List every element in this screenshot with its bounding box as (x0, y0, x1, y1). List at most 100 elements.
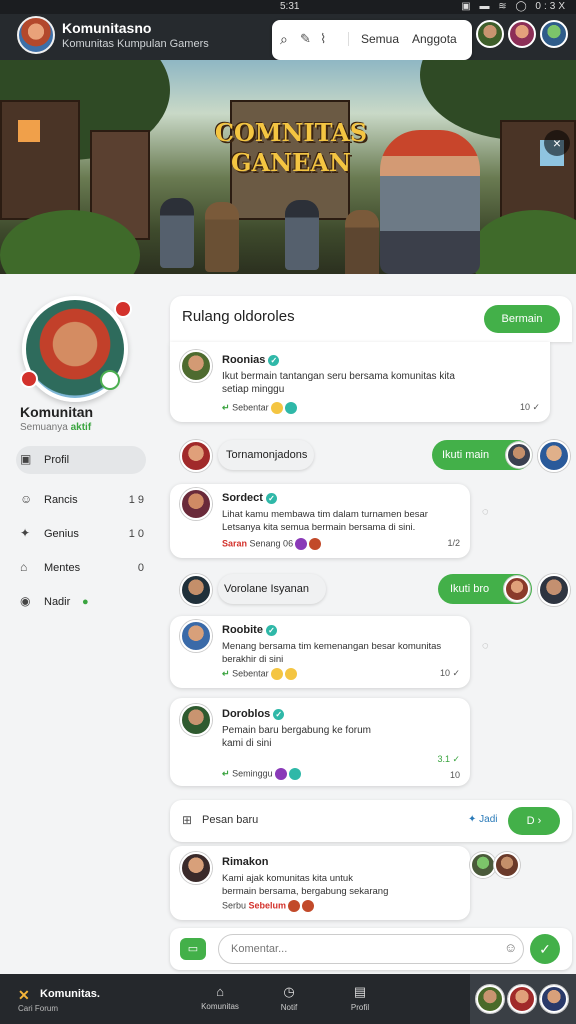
post-card[interactable]: Rimakon Kami ajak komunitas kita untuk b… (170, 846, 470, 920)
pin-icon[interactable]: ◌ (482, 640, 489, 652)
play-button[interactable]: Bermain (484, 305, 560, 333)
sidebar-item-label: Profil (44, 454, 70, 466)
post-author-name: Rimakon (222, 856, 269, 868)
sidebar-item-label: Mentes (44, 562, 81, 574)
member-avatar[interactable] (508, 20, 536, 48)
post-meta: 10 ✓ (519, 402, 540, 412)
banner-building (0, 100, 80, 220)
tab-anggota[interactable]: Anggota (412, 32, 457, 46)
post-avatar[interactable] (180, 350, 212, 382)
reply-icon[interactable]: ↵ (222, 402, 230, 412)
sidebar-item-mentes[interactable]: ⌂ Mentes 0 (16, 554, 146, 582)
follow-button-label: Ikuti bro (450, 583, 490, 595)
reaction-icon[interactable] (270, 668, 283, 680)
tab-semua[interactable]: Semua (348, 32, 399, 46)
post-card[interactable]: Roobite ✓ Menang bersama tim kemenangan b… (170, 616, 470, 688)
post-card[interactable]: Sordect ✓ Lihat kamu membawa tim dalam tu… (170, 484, 470, 558)
profile-status-badge: aktif (70, 422, 92, 433)
sidebar-item-label: Genius (44, 528, 79, 540)
post-author[interactable]: Roonias ✓ (222, 354, 280, 366)
new-message-bar[interactable]: ⊞ Pesan baru ✦ Jadi D › (170, 800, 572, 842)
banner-title: COMNITAS GANEAN (198, 118, 384, 178)
comment-bar: ▭ ☺ ✓ (170, 928, 572, 970)
chip-avatar[interactable] (180, 574, 212, 606)
member-avatar[interactable] (508, 985, 536, 1013)
record-icon: ◉ (20, 594, 31, 608)
tab-komunitas[interactable]: ⌂ Komunitas (190, 984, 250, 1011)
post-card[interactable]: Doroblos ✓ Pemain baru bergabung ke forum… (170, 698, 470, 786)
reaction-icon[interactable] (309, 538, 322, 550)
app-avatar[interactable] (17, 16, 55, 54)
pin-icon[interactable]: ◌ (482, 506, 489, 518)
emoji-icon[interactable]: ☺ (504, 940, 517, 955)
verified-icon: ✓ (265, 624, 277, 636)
comment-input[interactable] (218, 934, 524, 964)
edit-icon[interactable]: ✎ (300, 31, 311, 47)
sidebar-item-genius[interactable]: ✦ Genius 1 0 (16, 520, 146, 548)
reaction-icon[interactable] (295, 538, 308, 550)
reaction-icon[interactable] (274, 768, 287, 780)
notification-badge[interactable] (114, 300, 132, 318)
post-text: Kami ajak komunitas kita untuk bermain b… (222, 873, 389, 897)
reaction-icon[interactable] (288, 900, 301, 912)
post-author[interactable]: Sordect ✓ (222, 492, 277, 504)
topic-chip[interactable]: Vorolane Isyanan (218, 574, 326, 604)
sidebar-item-rancis[interactable]: ☺ Rancis 1 9 (16, 486, 146, 514)
member-avatar[interactable] (540, 985, 568, 1013)
composer-aside[interactable]: ✦ Jadi (468, 814, 498, 825)
tab-label: Komunitas (201, 1002, 239, 1011)
sidebar-item-nadir[interactable]: ◉ Nadir ● (16, 588, 146, 616)
post-author-name: Sordect (222, 492, 263, 504)
send-check-icon[interactable]: ✓ (530, 934, 560, 964)
tab-notif[interactable]: ◷ Notif (259, 984, 319, 1012)
close-icon[interactable]: × (544, 130, 570, 156)
member-avatar[interactable] (538, 574, 570, 606)
post-avatar[interactable] (180, 488, 212, 520)
tab-profil[interactable]: ▤ Profil (330, 984, 390, 1012)
link-icon[interactable]: ⌇ (320, 31, 326, 47)
post-avatar[interactable] (180, 704, 212, 736)
banner-soldier (285, 200, 319, 270)
profile-status-text: Semuanya (20, 422, 68, 433)
follow-avatar (506, 442, 532, 468)
post-avatar[interactable] (180, 852, 212, 884)
composer-aside-label: Jadi (479, 814, 498, 825)
member-avatar[interactable] (476, 985, 504, 1013)
sidebar-item-profil[interactable]: ▣ Profil (16, 446, 146, 474)
bottom-nav: ✕ Komunitas. Cari Forum ⌂ Komunitas ◷ No… (0, 974, 576, 1024)
member-avatar[interactable] (540, 20, 568, 48)
sidebar-item-count: 0 (137, 562, 144, 574)
star-icon: ✦ (20, 526, 31, 540)
send-button[interactable]: D › (508, 807, 560, 835)
search-icon[interactable]: ⌕ (280, 31, 288, 48)
member-avatar[interactable] (538, 440, 570, 472)
gallery-icon[interactable]: ▭ (180, 938, 206, 960)
member-avatar[interactable] (476, 20, 504, 48)
reply-icon[interactable]: ↵ (222, 768, 230, 778)
post-author[interactable]: Doroblos ✓ (222, 708, 285, 720)
reaction-icon[interactable] (284, 668, 297, 680)
reaction-icon[interactable] (270, 402, 283, 414)
reaction-icon[interactable] (284, 402, 297, 414)
follow-button-label: Ikuti main (442, 449, 490, 461)
post-author[interactable]: Rimakon (222, 856, 268, 868)
post-meta: 10 (449, 770, 460, 780)
member-avatar[interactable] (470, 852, 496, 878)
status-badge (20, 370, 38, 388)
post-avatar[interactable] (180, 620, 212, 652)
post-time: Seminggu (232, 768, 273, 779)
reply-icon[interactable]: ↵ (222, 668, 230, 678)
post-card[interactable]: Roonias ✓ Ikut bermain tantangan seru ber… (170, 342, 550, 422)
table-icon[interactable]: ⊞ (182, 813, 192, 827)
logo-icon: ✕ (18, 987, 30, 1003)
member-avatar[interactable] (494, 852, 520, 878)
post-author[interactable]: Roobite ✓ (222, 624, 277, 636)
banner-soldier (160, 198, 194, 268)
verified-icon: ✓ (265, 492, 277, 504)
chip-avatar[interactable] (180, 440, 212, 472)
send-button-label: D (526, 815, 535, 827)
reaction-icon[interactable] (302, 900, 315, 912)
topic-chip[interactable]: Tornamonjadons (218, 440, 314, 470)
search-toolbar[interactable]: ⌕ ✎ ⌇ Semua Anggota (272, 20, 472, 60)
reaction-icon[interactable] (288, 768, 301, 780)
